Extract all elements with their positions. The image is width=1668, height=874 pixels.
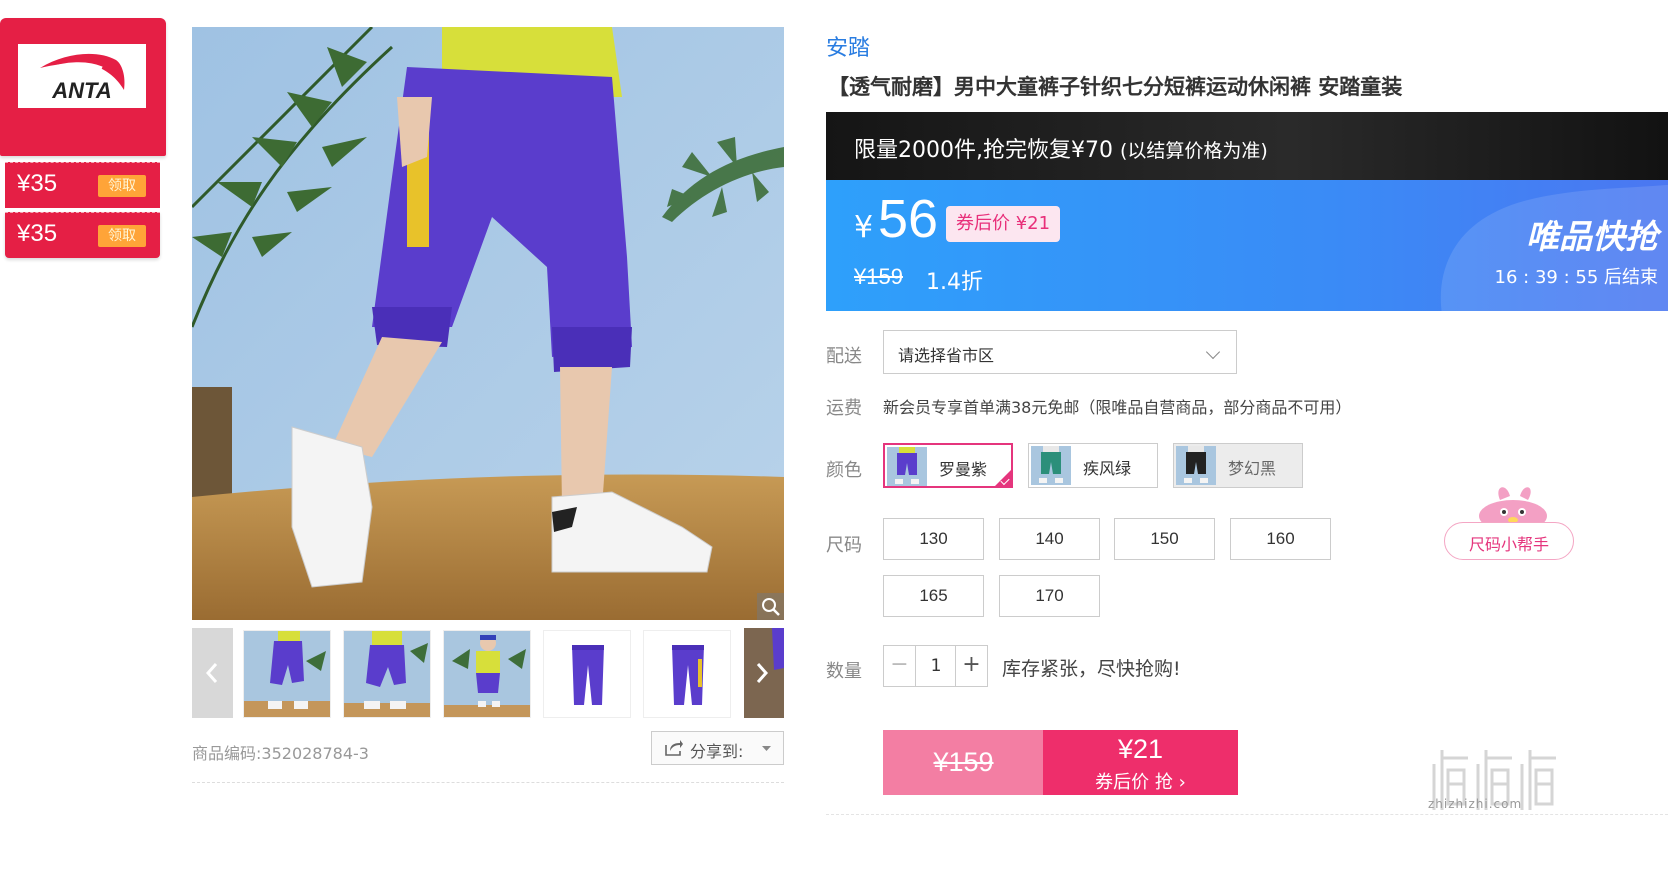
thumbnail-2[interactable] [343, 630, 431, 718]
thumbnail-next-button[interactable] [744, 628, 784, 718]
chevron-left-icon [205, 663, 218, 683]
quantity-label: 数量 [826, 661, 862, 682]
sku-row: 商品编码:352028784-3 [192, 740, 369, 764]
size-option[interactable]: 160 [1230, 518, 1331, 560]
coupon-item: ¥35 领取 [5, 162, 160, 208]
watermark-site: zhizhizhi.com [1428, 797, 1523, 811]
divider [826, 814, 1668, 815]
price-original: ¥159 [854, 264, 903, 289]
price-band: ¥ 56 券后价 ¥21 ¥159 1.4折 唯品快抢 16 : 39 : 55… [826, 180, 1668, 311]
quantity-stepper: − 1 + [883, 645, 988, 687]
coupon-claim-button[interactable]: 领取 [98, 175, 146, 197]
color-option-name: 疾风绿 [1083, 459, 1132, 478]
buy-coupon-price: ¥21 [1117, 734, 1164, 764]
product-title: 【透气耐磨】男中大童裤子针织七分短裤运动休闲裤 安踏童装 [828, 75, 1403, 99]
buy-original-price[interactable]: ¥159 [883, 730, 1044, 795]
color-swatch-image [1176, 446, 1216, 485]
color-label: 颜色 [826, 460, 862, 481]
thumbnail-1[interactable] [243, 630, 331, 718]
caret-down-icon [762, 746, 771, 751]
thumbnail-4[interactable] [543, 630, 631, 718]
flash-sale-label: 唯品快抢 [1526, 217, 1658, 256]
divider [192, 782, 784, 783]
sku-value: 352028784-3 [261, 744, 369, 763]
coupon-amount: ¥35 [17, 170, 58, 197]
product-main-image[interactable] [192, 27, 784, 620]
size-option[interactable]: 130 [883, 518, 984, 560]
coupon-item: ¥35 领取 [5, 212, 160, 258]
size-helper-button[interactable]: 尺码小帮手 [1444, 522, 1574, 560]
shipping-text: 新会员专享首单满38元免邮（限唯品自营商品，部分商品不可用） [883, 398, 1352, 417]
color-option-name: 罗曼紫 [939, 460, 988, 479]
stock-note: 库存紧张，尽快抢购! [1002, 658, 1181, 680]
promo-text: 限量2000件,抢完恢复¥70 (以结算价格为准) [854, 132, 1268, 164]
shipping-label: 运费 [826, 398, 862, 419]
thumbnail-3[interactable] [443, 630, 531, 718]
brand-logo: ANTA [18, 44, 146, 108]
region-select[interactable]: 请选择省市区 [883, 330, 1237, 374]
share-label: 分享到: [690, 742, 744, 761]
size-option[interactable]: 165 [883, 575, 984, 617]
thumbnail-prev-button[interactable] [192, 628, 233, 718]
region-select-value: 请选择省市区 [898, 346, 995, 365]
quantity-value[interactable]: 1 [916, 646, 956, 686]
color-option-black[interactable]: 梦幻黑 [1173, 443, 1303, 488]
color-option-green[interactable]: 疾风绿 [1028, 443, 1158, 488]
promo-strip: 限量2000件,抢完恢复¥70 (以结算价格为准) [826, 112, 1668, 180]
size-option[interactable]: 170 [999, 575, 1100, 617]
chevron-right-icon [744, 628, 784, 718]
price-current: 56 [878, 189, 939, 249]
share-button[interactable]: 分享到: [651, 731, 784, 765]
share-icon [665, 740, 683, 756]
brand-card[interactable]: ANTA [0, 18, 166, 156]
coupon-amount: ¥35 [17, 220, 58, 247]
sku-label: 商品编码: [192, 744, 262, 763]
brand-link[interactable]: 安踏 [826, 30, 870, 62]
coupon-claim-button[interactable]: 领取 [98, 225, 146, 247]
promo-note: (以结算价格为准) [1119, 140, 1268, 162]
color-option-purple[interactable]: 罗曼紫 [883, 443, 1013, 488]
zoom-icon[interactable] [757, 593, 784, 620]
size-option[interactable]: 140 [999, 518, 1100, 560]
buy-coupon-button[interactable]: ¥21 券后价 抢 › [1043, 730, 1238, 795]
price-discount: 1.4折 [926, 270, 983, 295]
quantity-decrease-button[interactable]: − [884, 646, 916, 686]
countdown-timer: 16 : 39 : 55 后结束 [1494, 267, 1658, 288]
thumbnail-5[interactable] [643, 630, 731, 718]
size-option[interactable]: 150 [1114, 518, 1215, 560]
brand-logo-text: ANTA [52, 78, 112, 103]
delivery-label: 配送 [826, 346, 862, 367]
promo-main-text: 限量2000件,抢完恢复¥70 [854, 138, 1113, 163]
size-helper-label: 尺码小帮手 [1469, 535, 1550, 554]
chevron-down-icon [1205, 344, 1221, 360]
color-option-name: 梦幻黑 [1228, 459, 1277, 478]
after-coupon-badge: 券后价 ¥21 [946, 206, 1061, 242]
price-currency: ¥ [854, 210, 874, 245]
color-swatch-image [887, 447, 927, 486]
size-label: 尺码 [826, 535, 862, 556]
quantity-increase-button[interactable]: + [955, 646, 987, 686]
color-swatch-image [1031, 446, 1071, 485]
buy-coupon-label: 券后价 抢 › [1095, 772, 1186, 793]
